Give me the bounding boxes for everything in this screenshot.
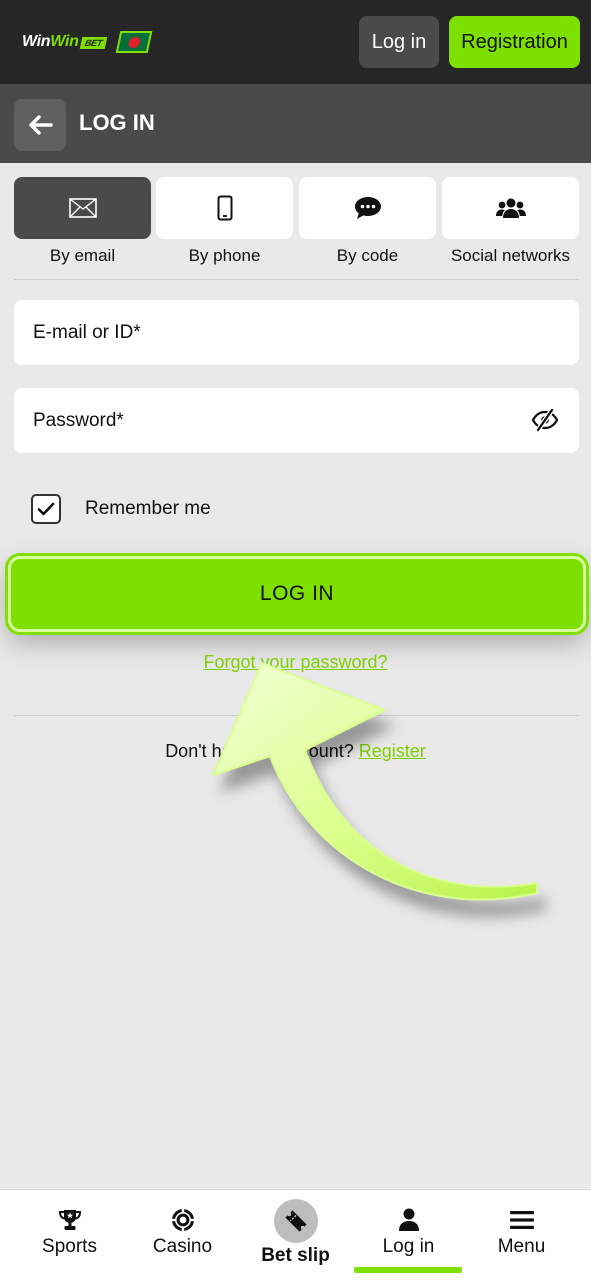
logo-text: WinWin BET (22, 33, 107, 51)
method-tab-code[interactable]: By code (299, 177, 436, 266)
register-link[interactable]: Register (359, 741, 426, 761)
divider (14, 715, 579, 716)
no-account-text: Don't have an account? (165, 741, 359, 761)
nav-menu[interactable]: Menu (465, 1190, 578, 1280)
method-tab-email[interactable]: By email (14, 177, 151, 266)
check-icon (37, 502, 55, 516)
method-tab-phone[interactable]: By phone (156, 177, 293, 266)
casino-chip-icon (171, 1208, 194, 1232)
method-tab-social[interactable]: Social networks (442, 177, 579, 266)
page-header: LOG IN (0, 84, 591, 163)
method-tab-label: By code (336, 246, 399, 265)
users-icon (495, 198, 526, 218)
nav-label: Bet slip (261, 1245, 330, 1266)
envelope-icon (68, 198, 97, 218)
nav-label: Menu (497, 1236, 546, 1257)
login-button[interactable]: LOG IN (8, 556, 586, 632)
back-button[interactable] (14, 99, 66, 151)
bet-slip-badge[interactable] (273, 1199, 318, 1243)
password-field-placeholder: Password* (33, 409, 124, 431)
method-tab-label: Social networks (450, 246, 571, 265)
nav-casino[interactable]: Casino (126, 1190, 239, 1280)
password-field[interactable]: Password* (14, 388, 579, 453)
header-login-button[interactable]: Log in (359, 16, 439, 68)
register-prompt: Don't have an account? Register (0, 741, 591, 762)
active-nav-indicator (354, 1267, 462, 1273)
forgot-password-link[interactable]: Forgot your password? (0, 652, 591, 673)
nav-sports[interactable]: Sports (13, 1190, 126, 1280)
nav-bet-slip[interactable]: Bet slip (239, 1190, 352, 1280)
eye-slash-icon[interactable] (531, 408, 559, 432)
chat-bubble-icon (354, 197, 381, 219)
user-icon (398, 1208, 419, 1231)
method-tab-label: By phone (188, 246, 261, 265)
email-field-placeholder: E-mail or ID* (33, 321, 141, 343)
method-tab-social-box[interactable] (442, 177, 579, 239)
phone-icon (217, 195, 232, 221)
nav-label: Casino (152, 1236, 213, 1257)
remember-me[interactable]: Remember me (31, 494, 211, 524)
nav-label: Log in (382, 1236, 435, 1257)
method-tab-phone-box[interactable] (156, 177, 293, 239)
remember-me-checkbox[interactable] (31, 494, 61, 524)
method-tab-email-box[interactable] (14, 177, 151, 239)
method-tab-code-box[interactable] (299, 177, 436, 239)
bangladesh-flag-icon[interactable] (115, 31, 153, 53)
bottom-nav: Sports Casino Bet slip Log in Menu (0, 1189, 591, 1280)
method-tab-label: By email (49, 246, 116, 265)
trophy-icon (58, 1210, 81, 1230)
logo[interactable]: WinWin BET (22, 30, 153, 54)
page-title: LOG IN (79, 110, 155, 135)
registration-button[interactable]: Registration (449, 16, 580, 68)
ticket-icon (284, 1210, 307, 1232)
top-bar: WinWin BET Log in Registration (0, 0, 591, 84)
remember-me-label: Remember me (85, 498, 211, 519)
nav-label: Sports (42, 1236, 97, 1257)
hamburger-icon (509, 1211, 534, 1229)
arrow-left-icon (29, 115, 53, 135)
email-field[interactable]: E-mail or ID* (14, 300, 579, 365)
divider (14, 279, 579, 280)
